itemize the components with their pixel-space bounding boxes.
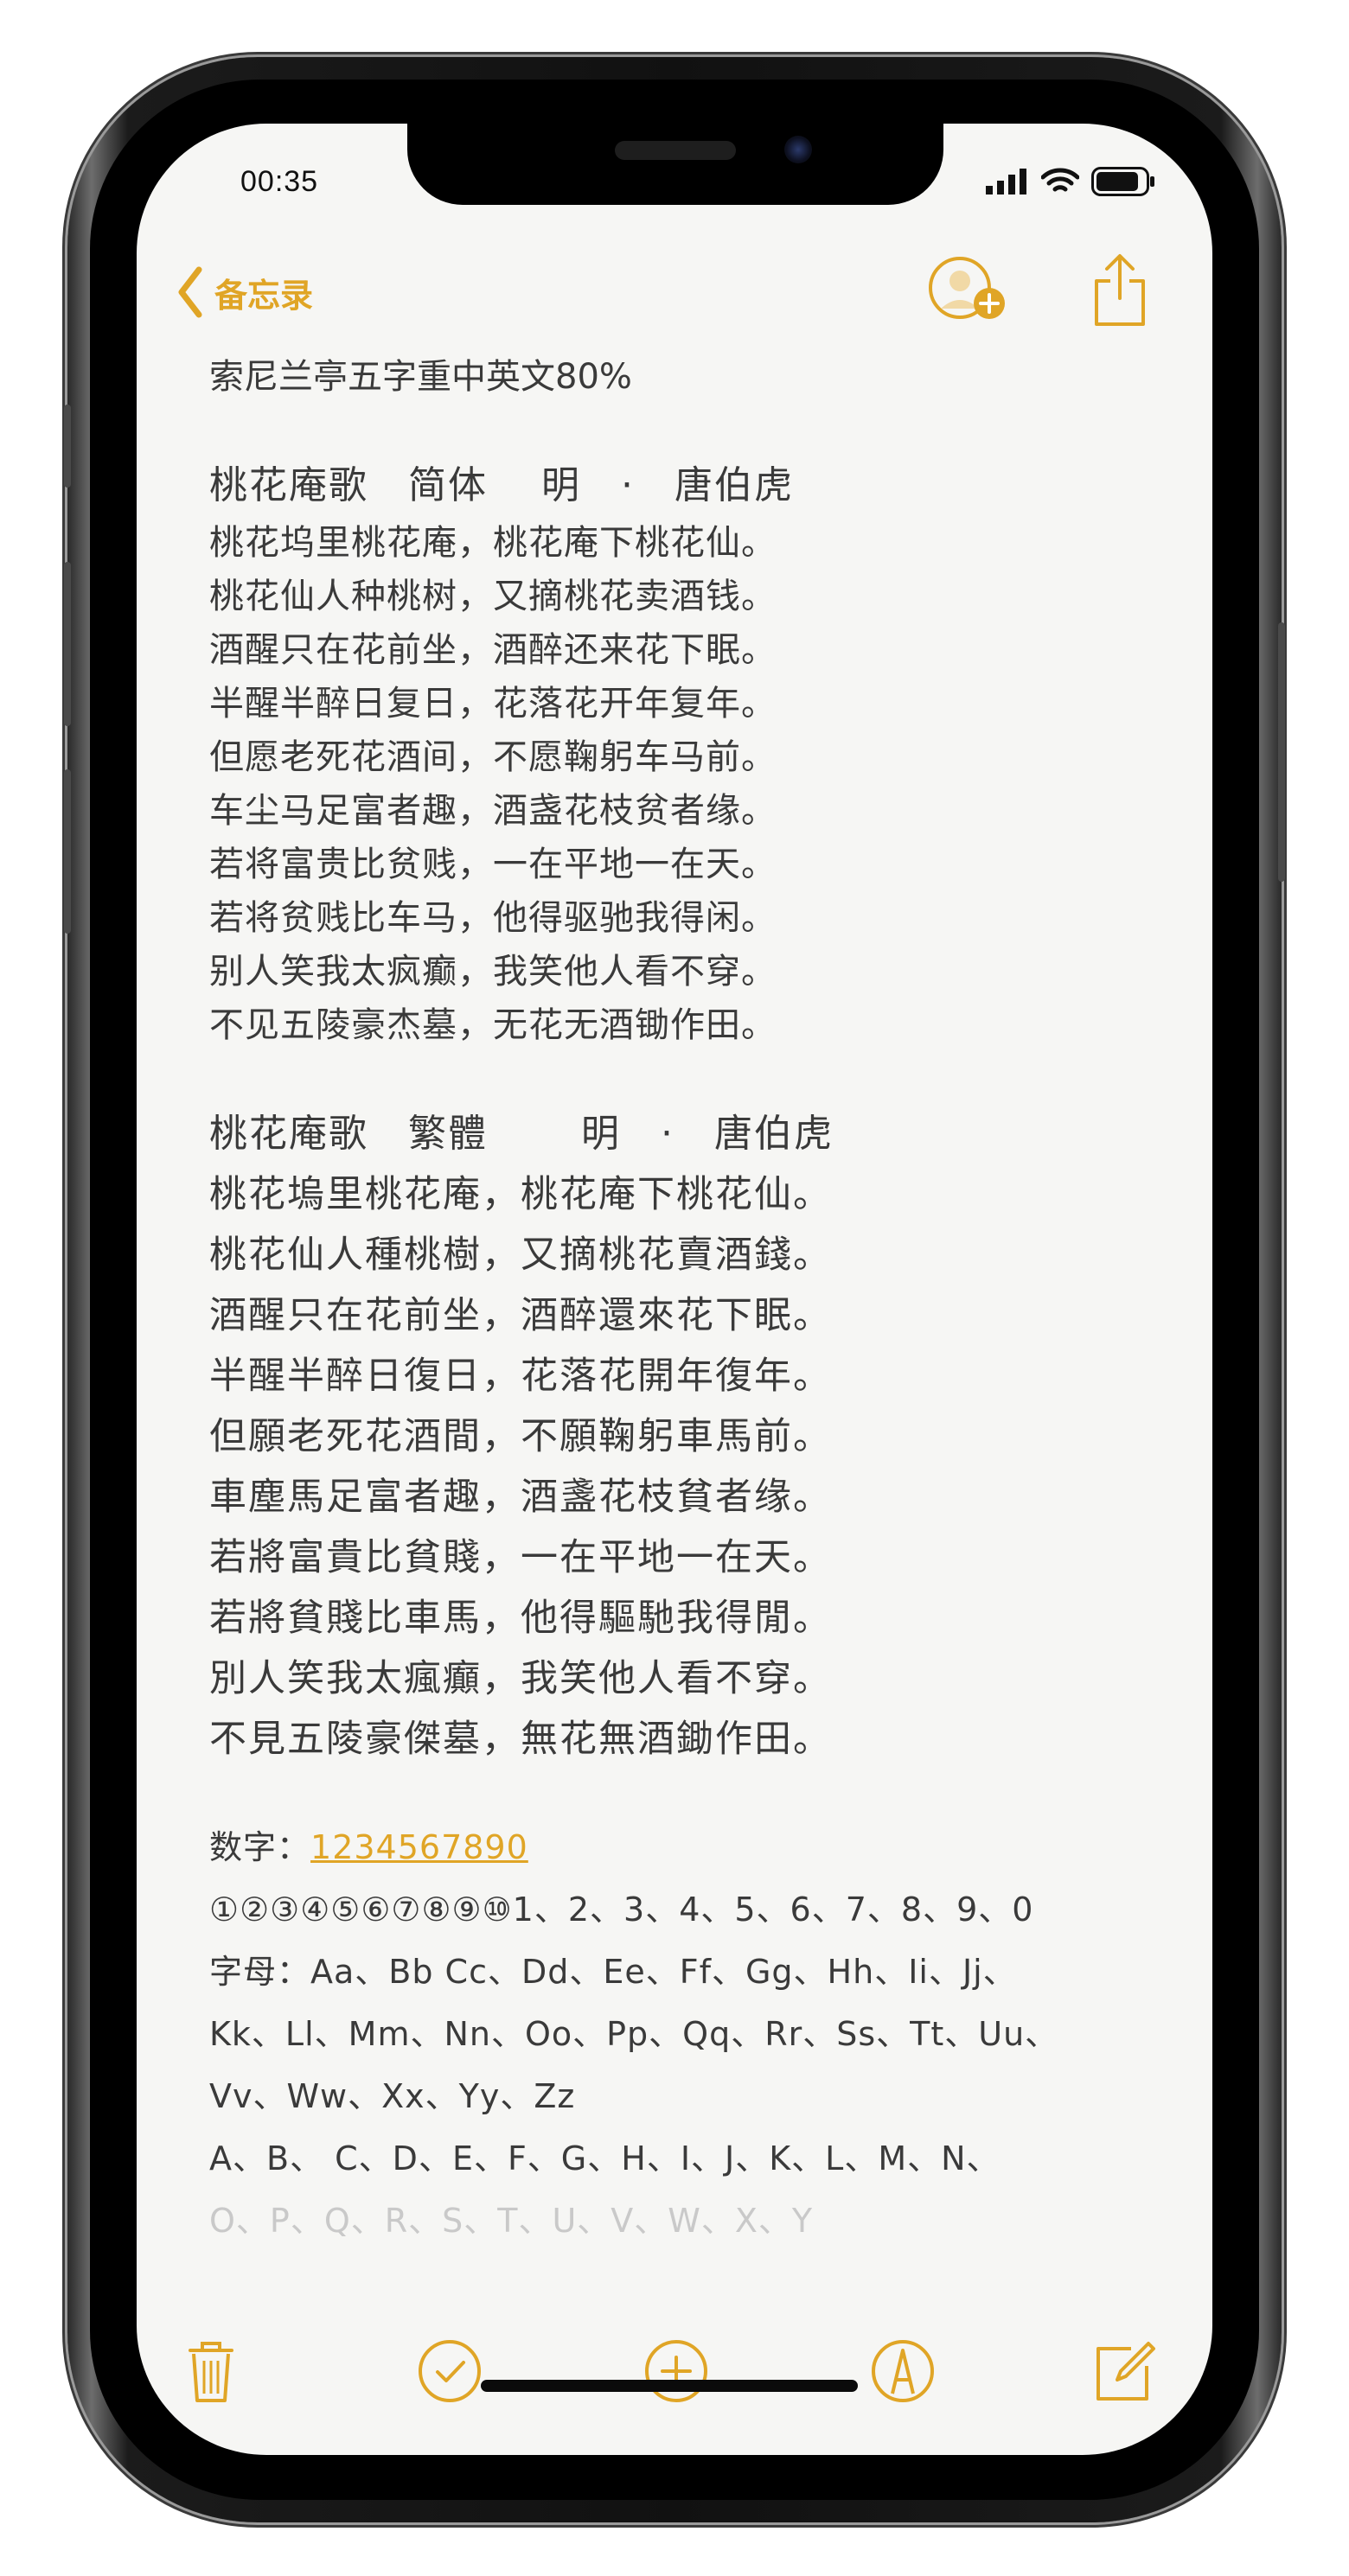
- poem-line: 車塵馬足富者趣，酒盞花枝貧者缘。: [209, 1476, 832, 1519]
- trash-icon[interactable]: [185, 2337, 237, 2406]
- poem-line: 不见五陵豪杰墓，无花无酒锄作田。: [209, 1005, 777, 1045]
- speaker-grille: [615, 141, 736, 160]
- poem-line: 半醒半醉日复日，花落花开年复年。: [209, 684, 777, 724]
- letters-line: Kk、Ll、Mm、Nn、Oo、Pp、Qq、Rr、Ss、Tt、Uu、: [209, 2015, 1059, 2053]
- poem-line: 桃花坞里桃花庵，桃花庵下桃花仙。: [209, 523, 777, 563]
- volume-down-button: [64, 769, 71, 934]
- note-heading: 索尼兰亭五字重中英文80%: [209, 357, 632, 397]
- poem-line: 别人笑我太疯癫，我笑他人看不穿。: [209, 952, 777, 992]
- poem-line: 別人笑我太瘋癲，我笑他人看不穿。: [209, 1657, 832, 1700]
- volume-up-button: [64, 562, 71, 726]
- back-label: 备忘录: [214, 276, 314, 315]
- letters-line: A、B、 C、D、E、F、G、H、I、J、K、L、M、N、: [209, 2139, 1001, 2177]
- back-button[interactable]: 备忘录: [176, 266, 313, 318]
- share-icon[interactable]: [1091, 252, 1148, 328]
- poem-line: 但願老死花酒間，不願鞠躬車馬前。: [209, 1415, 832, 1458]
- poem-line: 但愿老死花酒间，不愿鞠躬车马前。: [209, 737, 777, 777]
- screen: 00:35 备忘录 索尼兰亭五字重中英文80% 桃花庵歌 简体 明 · 唐伯虎 …: [137, 124, 1212, 2455]
- circled-numbers-line: ①②③④⑤⑥⑦⑧⑨⑩1、2、3、4、5、6、7、8、9、0: [209, 1891, 1034, 1929]
- letters-line: Vv、Ww、Xx、Yy、Zz: [209, 2077, 576, 2115]
- markup-pen-icon[interactable]: [868, 2337, 937, 2406]
- add-person-icon[interactable]: [925, 255, 1012, 324]
- poem-line: 若将富贵比贫贱，一在平地一在天。: [209, 845, 777, 884]
- front-camera: [784, 136, 812, 163]
- numbers-link[interactable]: 1234567890: [310, 1828, 528, 1866]
- wifi-icon: [1041, 168, 1079, 192]
- poem-line: 若將富貴比貧賤，一在平地一在天。: [209, 1536, 832, 1579]
- poem-title-simplified: 桃花庵歌 简体 明 · 唐伯虎: [209, 463, 794, 507]
- poem-line: 桃花仙人種桃樹，又摘桃花賣酒錢。: [209, 1234, 832, 1277]
- poem-line: 车尘马足富者趣，酒盏花枝贫者缘。: [209, 791, 777, 831]
- numbers-line: 数字：1234567890: [209, 1816, 1178, 1878]
- poem-line: 酒醒只在花前坐，酒醉还来花下眠。: [209, 630, 777, 670]
- poem-title-traditional: 桃花庵歌 繁體 明 · 唐伯虎: [209, 1112, 834, 1156]
- poem-line: 若将贫贱比车马，他得驱驰我得闲。: [209, 898, 777, 938]
- poem-line: 桃花塢里桃花庵，桃花庵下桃花仙。: [209, 1173, 832, 1216]
- chevron-left-icon: [178, 266, 202, 318]
- notch: [407, 124, 943, 205]
- poem-line: 桃花仙人种桃树，又摘桃花卖酒钱。: [209, 577, 777, 616]
- home-indicator[interactable]: [481, 2380, 858, 2392]
- poem-line: 半醒半醉日復日，花落花開年復年。: [209, 1355, 832, 1398]
- poem-line: 酒醒只在花前坐，酒醉還來花下眠。: [209, 1294, 832, 1337]
- battery-icon: [1091, 167, 1154, 196]
- poem-line: 若將貧賤比車馬，他得驅馳我得閒。: [209, 1597, 832, 1640]
- letters-line: 字母：Aa、Bb Cc、Dd、Ee、Ff、Gg、Hh、Ii、Jj、: [209, 1953, 1017, 1991]
- add-icon[interactable]: [642, 2337, 711, 2406]
- numbers-label: 数字：: [209, 1828, 311, 1866]
- status-icons: [986, 167, 1155, 196]
- power-button: [1278, 622, 1285, 882]
- letters-line-faded: O、P、Q、R、S、T、U、V、W、X、Y: [209, 2202, 814, 2240]
- checklist-icon[interactable]: [415, 2337, 484, 2406]
- signal-icon: [986, 169, 1026, 194]
- note-body[interactable]: 索尼兰亭五字重中英文80% 桃花庵歌 简体 明 · 唐伯虎 桃花坞里桃花庵，桃花…: [209, 350, 1178, 2252]
- mute-switch: [64, 405, 71, 488]
- poem-line: 不見五陵豪傑墓，無花無酒鋤作田。: [209, 1718, 832, 1761]
- compose-icon[interactable]: [1091, 2337, 1160, 2406]
- status-time: 00:35: [240, 165, 319, 198]
